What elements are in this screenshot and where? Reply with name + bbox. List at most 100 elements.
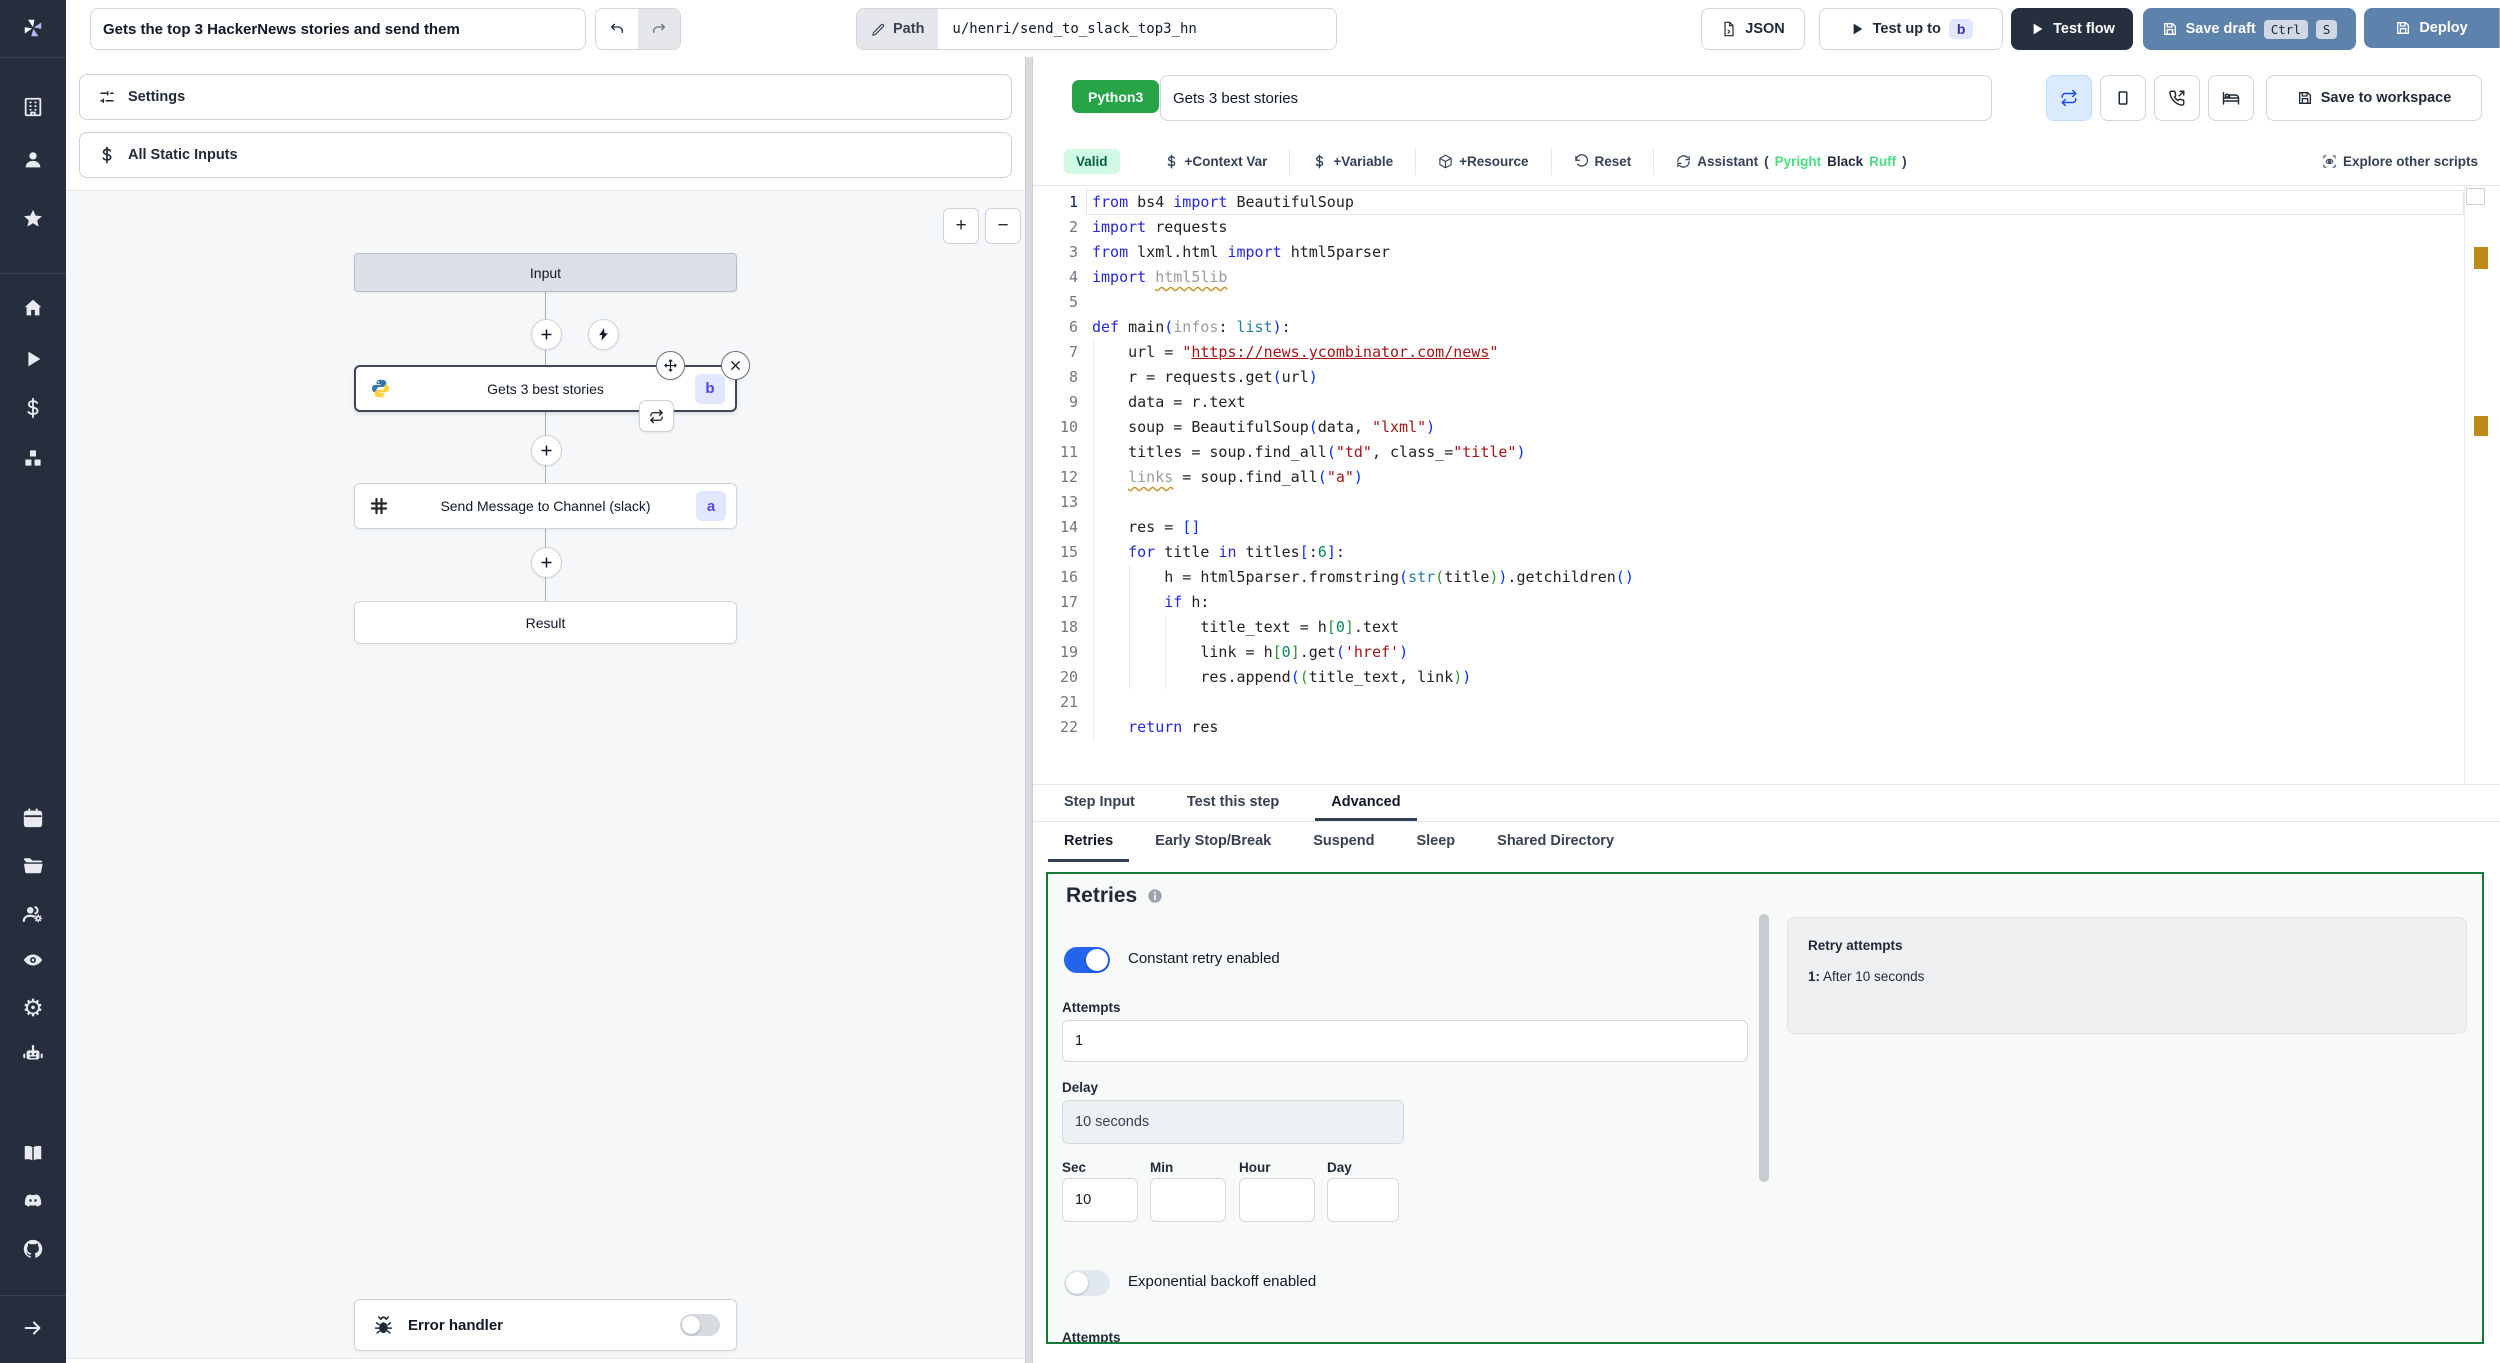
calendar-icon[interactable] [0, 803, 66, 833]
code-line[interactable]: res.append((title_text, link)) [1092, 665, 1471, 690]
code-line[interactable]: h = html5parser.fromstring(str(title)).g… [1092, 565, 1634, 590]
code-line[interactable]: return res [1092, 715, 1218, 740]
error-handler-toggle[interactable] [680, 1314, 720, 1336]
panel-resize-handle[interactable] [1025, 57, 1033, 1363]
test-flow-button[interactable]: Test flow [2011, 8, 2133, 50]
add-step-button[interactable] [531, 319, 562, 350]
code-line[interactable]: def main(infos: list): [1092, 315, 1291, 340]
subtab-early-stop-break[interactable]: Early Stop/Break [1139, 822, 1287, 862]
code-line[interactable]: titles = soup.find_all("td", class_="tit… [1092, 440, 1525, 465]
code-line[interactable]: from bs4 import BeautifulSoup [1092, 190, 1354, 215]
loop-node-button[interactable] [639, 400, 674, 432]
subtab-shared-directory[interactable]: Shared Directory [1481, 822, 1630, 862]
flow-settings-area: Settings All Static Inputs [66, 57, 1025, 190]
json-button[interactable]: JSON [1701, 8, 1805, 50]
code-line[interactable]: r = requests.get(url) [1092, 365, 1318, 390]
add-variable-button[interactable]: +Variable [1312, 154, 1393, 169]
folder-open-icon[interactable] [0, 851, 66, 881]
delete-node-button[interactable] [721, 351, 750, 380]
code-line[interactable]: soup = BeautifulSoup(data, "lxml") [1092, 415, 1435, 440]
code-line[interactable]: data = r.text [1092, 390, 1245, 415]
dollar-icon [1316, 154, 1324, 169]
deploy-button[interactable]: Deploy [2364, 8, 2499, 48]
buildings-icon[interactable] [0, 92, 66, 122]
flow-static-inputs-row[interactable]: All Static Inputs [79, 132, 1012, 178]
subtab-suspend[interactable]: Suspend [1297, 822, 1390, 862]
hour-input[interactable] [1239, 1178, 1315, 1222]
home-icon[interactable] [0, 293, 66, 323]
retries-scrollbar[interactable] [1759, 914, 1769, 1182]
add-trigger-button[interactable] [588, 319, 619, 350]
assistant-button[interactable]: Assistant (Pyright Black Ruff) [1676, 154, 1907, 169]
explore-other-scripts-button[interactable]: Explore other scripts [2322, 154, 2478, 169]
tab-test-this-step[interactable]: Test this step [1171, 785, 1295, 821]
info-icon[interactable] [1147, 888, 1163, 904]
test-up-to-button[interactable]: Test up to b [1819, 8, 2003, 50]
play-icon[interactable] [0, 344, 66, 374]
zoom-in-button[interactable]: + [943, 208, 979, 244]
code-line[interactable]: url = "https://news.ycombinator.com/news… [1092, 340, 1498, 365]
settings-gear-icon[interactable]: ⚙ [0, 993, 66, 1023]
exponential-backoff-label: Exponential backoff enabled [1128, 1273, 1317, 1290]
save-draft-button[interactable]: Save draft Ctrl S [2143, 8, 2356, 50]
flow-node-input[interactable]: Input [354, 253, 737, 292]
suspend-button[interactable] [2154, 75, 2200, 121]
dollar-icon[interactable] [0, 393, 66, 423]
flow-canvas[interactable]: + − Input Gets 3 best stories b Send Mes… [66, 190, 1025, 1359]
book-open-icon[interactable] [0, 1138, 66, 1168]
github-icon[interactable] [0, 1234, 66, 1264]
move-node-button[interactable] [656, 351, 685, 380]
code-line[interactable]: links = soup.find_all("a") [1092, 465, 1363, 490]
zoom-out-button[interactable]: − [985, 208, 1021, 244]
flow-node-step-a[interactable]: Send Message to Channel (slack) a [354, 483, 737, 529]
arrow-right-icon[interactable] [0, 1313, 66, 1343]
subtab-retries[interactable]: Retries [1048, 822, 1130, 862]
code-line[interactable]: res = [] [1092, 515, 1200, 540]
code-line[interactable]: for title in titles[:6]: [1092, 540, 1345, 565]
day-input[interactable] [1327, 1178, 1399, 1222]
add-step-button[interactable] [531, 435, 562, 466]
exponential-backoff-toggle[interactable] [1064, 1270, 1110, 1296]
bot-icon[interactable] [0, 1039, 66, 1069]
discord-icon[interactable] [0, 1186, 66, 1216]
sleep-button[interactable] [2208, 75, 2254, 121]
reset-button[interactable]: Reset [1574, 154, 1631, 169]
code-line[interactable]: import requests [1092, 215, 1227, 240]
path-value[interactable]: u/henri/send_to_slack_top3_hn [938, 9, 1337, 49]
tab-step-input[interactable]: Step Input [1048, 785, 1151, 821]
users-cog-icon[interactable] [0, 899, 66, 929]
cache-button[interactable] [2100, 75, 2146, 121]
code-line[interactable]: from lxml.html import html5parser [1092, 240, 1390, 265]
code-editor[interactable]: 1 from bs4 import BeautifulSoup 2 import re… [1045, 190, 2466, 785]
attempts-input[interactable]: 1 [1062, 1020, 1748, 1062]
subtab-sleep[interactable]: Sleep [1400, 822, 1471, 862]
loop-toggle-button[interactable] [2046, 75, 2092, 121]
windmill-logo-icon[interactable] [0, 13, 66, 43]
close-icon [731, 361, 740, 370]
tab-advanced[interactable]: Advanced [1315, 785, 1417, 821]
star-icon[interactable] [0, 204, 66, 234]
redo-button[interactable] [638, 9, 680, 49]
add-context-var-button[interactable]: +Context Var [1164, 154, 1267, 169]
undo-button[interactable] [596, 9, 638, 49]
user-icon[interactable] [0, 145, 66, 175]
constant-retry-toggle[interactable] [1064, 947, 1110, 973]
code-line[interactable]: import html5lib [1092, 265, 1227, 290]
min-input[interactable] [1150, 1178, 1226, 1222]
flow-settings-row[interactable]: Settings [79, 74, 1012, 120]
step-title-input[interactable]: Gets 3 best stories [1160, 75, 1992, 121]
code-line[interactable]: link = h[0].get('href') [1092, 640, 1408, 665]
flow-title-input[interactable]: Gets the top 3 HackerNews stories and se… [90, 8, 586, 50]
sec-input[interactable]: 10 [1062, 1178, 1138, 1222]
error-handler-node[interactable]: Error handler [354, 1299, 737, 1351]
boxes-icon[interactable] [0, 443, 66, 473]
path-edit-button[interactable]: Path [857, 9, 939, 49]
code-line[interactable]: title_text = h[0].text [1092, 615, 1399, 640]
code-line[interactable]: if h: [1092, 590, 1209, 615]
eye-icon[interactable] [0, 945, 66, 975]
add-step-button[interactable] [531, 547, 562, 578]
save-to-workspace-button[interactable]: Save to workspace [2266, 75, 2482, 121]
scrollbar-slider[interactable] [2466, 188, 2485, 205]
add-resource-button[interactable]: +Resource [1438, 154, 1529, 169]
flow-node-result[interactable]: Result [354, 601, 737, 644]
